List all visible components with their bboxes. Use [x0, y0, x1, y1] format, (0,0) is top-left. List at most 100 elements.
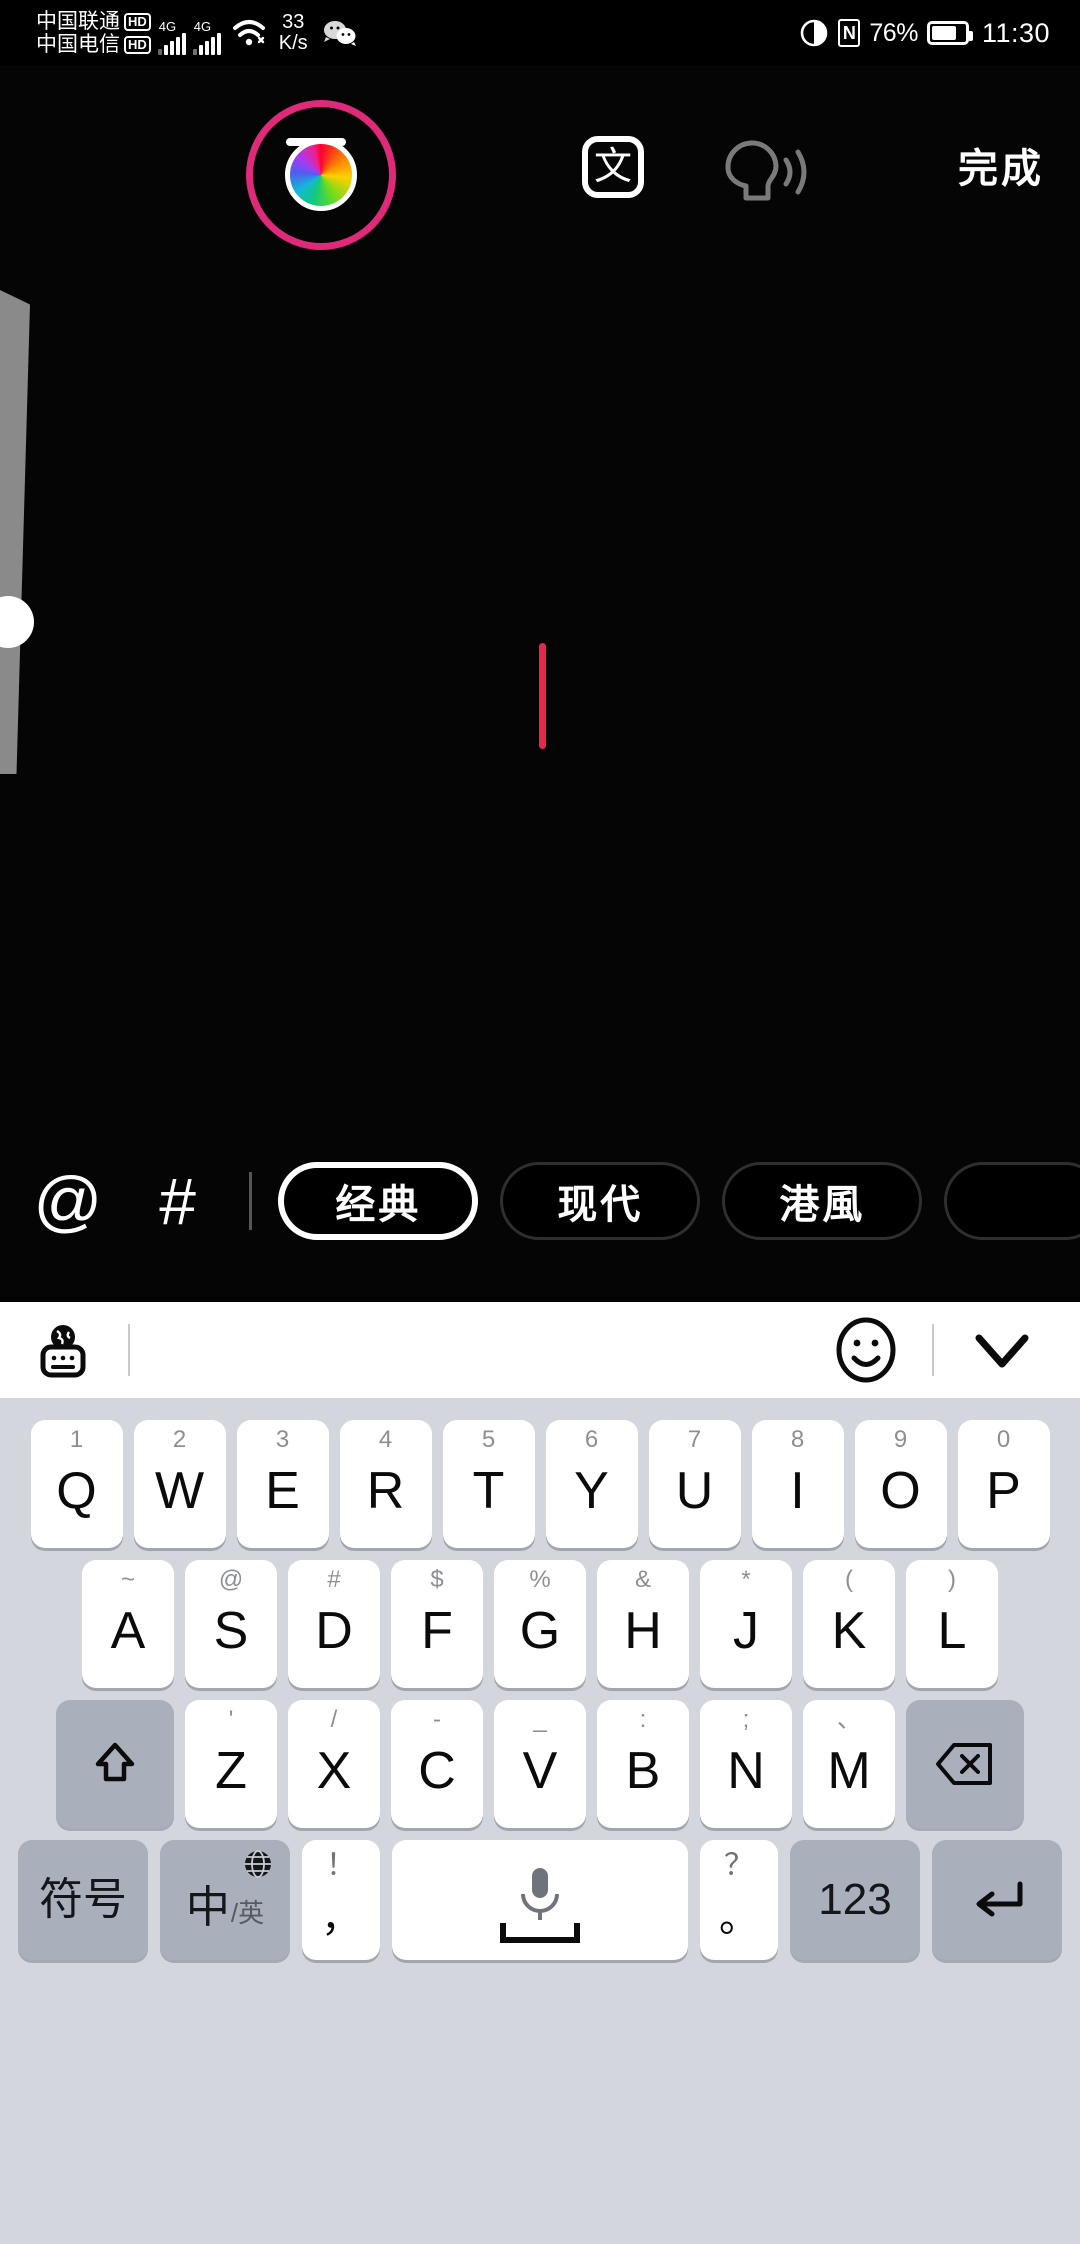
carrier-row-2: 中国电信 HD: [36, 34, 151, 55]
mention-icon[interactable]: @: [30, 1162, 106, 1240]
key-label: C: [418, 1742, 456, 1800]
key-label: V: [522, 1742, 558, 1800]
chevron-down-icon[interactable]: [962, 1315, 1042, 1385]
key-hint: (: [845, 1566, 853, 1593]
key-label: 。: [719, 1896, 759, 1940]
key-hint: -: [433, 1706, 441, 1733]
backspace-icon[interactable]: [906, 1700, 1024, 1828]
language-toggle-key[interactable]: 中 / 英: [160, 1840, 290, 1960]
text-language-label: 文: [593, 146, 632, 188]
done-button[interactable]: 完成: [958, 136, 1044, 194]
key-c[interactable]: -C: [391, 1700, 483, 1828]
numbers-key[interactable]: 123: [790, 1840, 920, 1960]
key-b[interactable]: :B: [597, 1700, 689, 1828]
font-style-chip-hongkong[interactable]: 港風: [722, 1162, 923, 1240]
network-speed-unit: K/s: [278, 32, 308, 54]
nfc-icon: N: [838, 19, 861, 47]
key-hint: #: [327, 1566, 341, 1593]
font-style-chip-modern[interactable]: 现代: [500, 1162, 701, 1240]
key-x[interactable]: / X: [288, 1700, 380, 1828]
font-style-chips: 经典 现代 港風: [278, 1162, 1080, 1240]
key-s[interactable]: @ S: [185, 1560, 277, 1688]
key-label: ，: [321, 1896, 361, 1940]
keyboard-row-2: ~ A @ S # D $ F % G & H * J (K ) L: [0, 1560, 1080, 1688]
emoji-smiley-icon[interactable]: [828, 1312, 904, 1388]
symbols-key[interactable]: 符号: [18, 1840, 148, 1960]
key-j[interactable]: * J: [700, 1560, 792, 1688]
text-editor-canvas[interactable]: 文 完成 @ # 经典 现代 港風: [0, 66, 1080, 1302]
hashtag-icon[interactable]: #: [140, 1162, 216, 1240]
key-label: F: [421, 1602, 453, 1660]
signal-bars-icon-2: [192, 33, 221, 55]
key-hint: ？: [724, 1849, 754, 1882]
font-size-slider[interactable]: [0, 290, 34, 774]
key-n[interactable]: ; N: [700, 1700, 792, 1828]
color-picker-button[interactable]: [246, 100, 396, 250]
key-hint: $: [430, 1566, 444, 1593]
carrier-name-1: 中国联通: [36, 10, 120, 33]
key-u[interactable]: 7U: [648, 1420, 741, 1548]
period-key[interactable]: ？ 。: [700, 1840, 778, 1960]
font-size-slider-thumb[interactable]: [0, 596, 34, 648]
text-to-speech-icon[interactable]: [708, 134, 828, 204]
key-y[interactable]: 6Y: [545, 1420, 638, 1548]
key-k[interactable]: (K: [803, 1560, 895, 1688]
key-r[interactable]: 4R: [339, 1420, 432, 1548]
key-label: T: [472, 1462, 505, 1520]
key-hint: 4: [378, 1426, 393, 1453]
shift-icon[interactable]: [56, 1700, 174, 1828]
key-d[interactable]: # D: [288, 1560, 380, 1688]
key-o[interactable]: 9O: [854, 1420, 947, 1548]
carrier-row-1: 中国联通 HD: [36, 11, 151, 32]
microphone-icon: [500, 1868, 580, 1943]
key-m[interactable]: 、 M: [803, 1700, 895, 1828]
key-g[interactable]: % G: [494, 1560, 586, 1688]
keyboard-toolbar-divider-left: [128, 1324, 130, 1376]
key-hint: *: [741, 1566, 751, 1593]
key-label: X: [316, 1742, 352, 1800]
key-hint: @: [218, 1566, 244, 1593]
key-t[interactable]: 5T: [442, 1420, 535, 1548]
keyboard-row-1: 1Q 2W 3E 4R 5T 6Y 7U 8I 9O 0P: [0, 1420, 1080, 1548]
key-label: O: [880, 1462, 921, 1520]
key-h[interactable]: & H: [597, 1560, 689, 1688]
key-hint: 0: [996, 1426, 1011, 1453]
key-v[interactable]: _ V: [494, 1700, 586, 1828]
key-hint: 6: [584, 1426, 599, 1453]
key-label: M: [827, 1742, 871, 1800]
key-hint: ~: [120, 1566, 135, 1593]
font-style-chip-classic[interactable]: 经典: [278, 1162, 479, 1240]
text-caret: [539, 643, 546, 749]
network-speed: 33 K/s: [279, 12, 308, 54]
enter-icon[interactable]: [932, 1840, 1062, 1960]
key-w[interactable]: 2W: [133, 1420, 226, 1548]
key-p[interactable]: 0P: [957, 1420, 1050, 1548]
key-i[interactable]: 8I: [751, 1420, 844, 1548]
font-style-chip-next[interactable]: [944, 1162, 1080, 1240]
key-hint: 、: [837, 1706, 861, 1733]
key-z[interactable]: ' Z: [185, 1700, 277, 1828]
network-type-1: 4G: [158, 19, 177, 34]
key-e[interactable]: 3E: [236, 1420, 329, 1548]
key-hint: 9: [893, 1426, 908, 1453]
editor-toolbar: 文 完成: [0, 92, 1080, 250]
keyboard-row-3: ' Z / X -C _ V :B ; N 、 M: [0, 1700, 1080, 1828]
carrier-name-2: 中国电信: [36, 33, 120, 56]
key-f[interactable]: $ F: [391, 1560, 483, 1688]
space-key[interactable]: [392, 1840, 688, 1960]
comma-key[interactable]: ！ ，: [302, 1840, 380, 1960]
key-label: N: [727, 1742, 765, 1800]
network-speed-value: 33: [282, 11, 305, 33]
status-bar-left: 中国联通 HD 中国电信 HD 4G 4G 33 K/s: [0, 11, 357, 55]
carrier-labels: 中国联通 HD 中国电信 HD: [36, 11, 151, 55]
key-label: K: [831, 1602, 867, 1660]
key-label: 123: [818, 1875, 892, 1924]
key-a[interactable]: ~ A: [82, 1560, 174, 1688]
keyboard-toolbar: [0, 1302, 1080, 1398]
globe-keyboard-icon[interactable]: [30, 1317, 96, 1383]
key-q[interactable]: 1Q: [30, 1420, 123, 1548]
key-label: Y: [574, 1462, 609, 1520]
key-l[interactable]: ) L: [906, 1560, 998, 1688]
network-type-2: 4G: [193, 19, 212, 34]
text-language-button[interactable]: 文: [582, 136, 644, 198]
